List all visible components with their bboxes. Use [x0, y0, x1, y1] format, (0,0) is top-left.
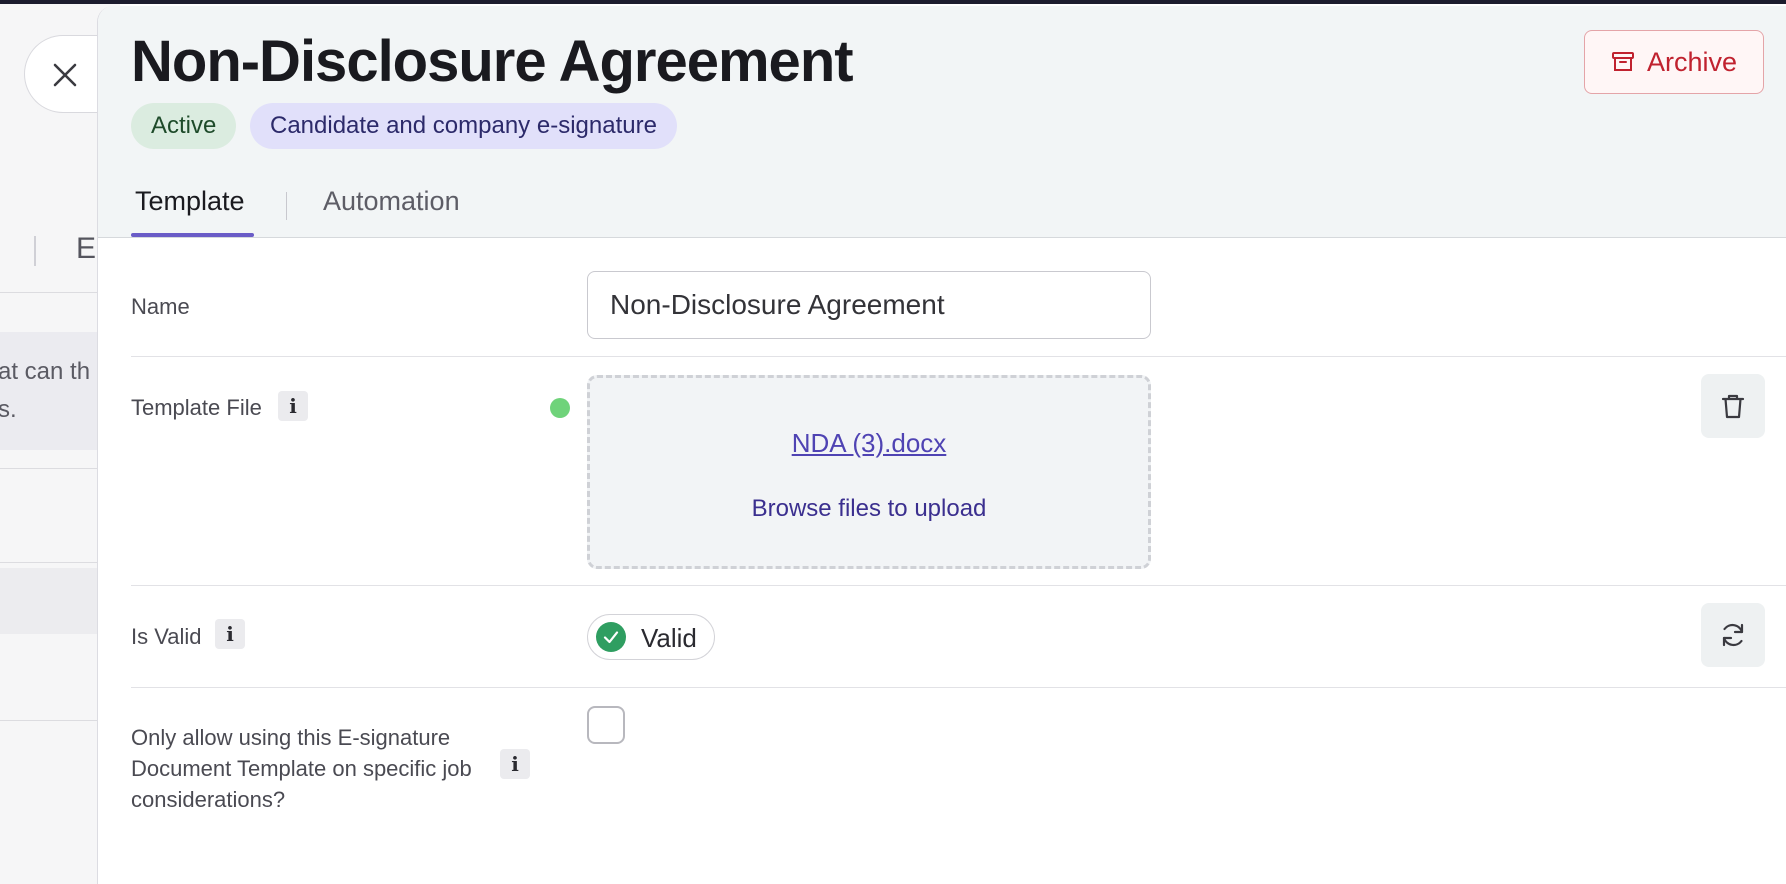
page-title: Non-Disclosure Agreement [131, 29, 854, 94]
file-status-dot [550, 398, 570, 418]
file-dropzone[interactable]: NDA (3).docx Browse files to upload [587, 375, 1151, 569]
close-drawer-button[interactable] [24, 35, 106, 113]
row-divider [131, 356, 1786, 357]
info-icon[interactable]: i [278, 391, 308, 421]
tab-divider [286, 192, 287, 220]
window-top-bar [0, 0, 1786, 4]
template-file-label: Template File [131, 395, 262, 420]
trash-icon [1721, 394, 1745, 419]
refresh-icon [1722, 623, 1744, 647]
info-icon[interactable]: i [215, 619, 245, 649]
job-restriction-label: Only allow using this E-signature Docume… [131, 725, 472, 812]
valid-status-pill: Valid [587, 614, 715, 660]
valid-status-text: Valid [641, 623, 697, 653]
browse-files-link[interactable]: Browse files to upload [590, 495, 1148, 523]
archive-icon [1611, 52, 1634, 71]
close-icon [53, 63, 77, 87]
uploaded-file-link[interactable]: NDA (3).docx [590, 428, 1148, 459]
archive-label: Archive [1646, 46, 1738, 77]
tab-automation[interactable]: Automation [323, 186, 460, 217]
template-drawer: Non-Disclosure Agreement Active Candidat… [97, 6, 1786, 884]
row-divider [131, 687, 1786, 688]
delete-file-button[interactable] [1701, 374, 1765, 438]
drawer-header: Non-Disclosure Agreement Active Candidat… [98, 6, 1786, 238]
background-tab-divider [34, 236, 36, 266]
background-tab-partial[interactable]: E [76, 232, 96, 266]
row-divider [131, 585, 1786, 586]
status-badge: Active [131, 103, 237, 149]
tab-template[interactable]: Template [135, 186, 245, 217]
info-icon[interactable]: i [500, 749, 530, 779]
background-note-line: s. [0, 396, 17, 423]
job-restriction-checkbox[interactable] [587, 706, 625, 744]
active-tab-indicator [131, 233, 254, 237]
name-input[interactable] [587, 271, 1151, 339]
name-label: Name [131, 294, 190, 319]
check-icon [596, 622, 626, 652]
revalidate-button[interactable] [1701, 603, 1765, 667]
is-valid-label: Is Valid [131, 624, 202, 649]
signature-type-badge: Candidate and company e-signature [250, 103, 677, 149]
archive-button[interactable]: Archive [1584, 30, 1764, 94]
background-note-line: at can th [0, 358, 91, 385]
